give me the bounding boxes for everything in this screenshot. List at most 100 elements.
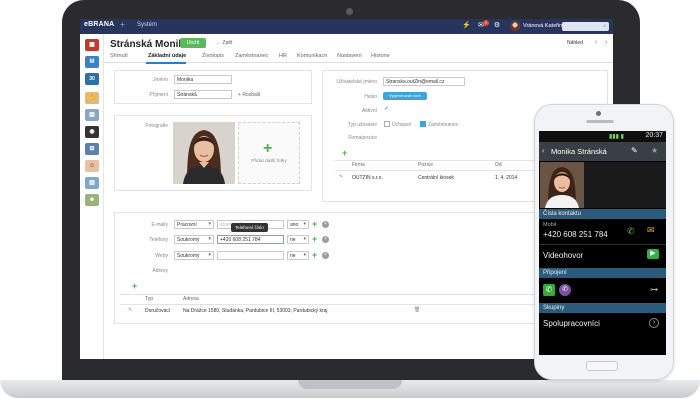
video-call-icon[interactable]: ▶ bbox=[647, 249, 659, 259]
lightning-icon[interactable]: ⚡ bbox=[462, 22, 471, 30]
profile-photo[interactable] bbox=[173, 122, 235, 184]
remove-email-icon[interactable]: × bbox=[322, 221, 329, 228]
add-web-icon[interactable]: + bbox=[312, 251, 317, 260]
expand-label: Rozbalit bbox=[242, 92, 261, 98]
link-icon[interactable]: ⊶ bbox=[650, 285, 658, 294]
video-call-label[interactable]: Videohovor bbox=[543, 251, 583, 260]
group-name[interactable]: Spolupracovníci bbox=[543, 319, 600, 328]
remove-web-icon[interactable]: × bbox=[322, 252, 329, 259]
search-input[interactable]: ⌕ bbox=[562, 22, 609, 31]
phone-action-bar: ‹ Monika Stránská ✎ ★ bbox=[539, 142, 666, 161]
web-primary-select[interactable]: ne bbox=[287, 251, 309, 260]
phone-app-icon[interactable]: ✆ bbox=[543, 284, 555, 296]
user-avatar[interactable] bbox=[510, 21, 520, 31]
password-label: Heslo bbox=[364, 94, 377, 100]
handshake-icon[interactable]: ✋ bbox=[85, 92, 99, 104]
add-email-icon[interactable]: + bbox=[312, 220, 317, 229]
mask-icon[interactable]: ◉ bbox=[85, 126, 99, 138]
company-label: Firma/pozice bbox=[348, 135, 377, 141]
team-icon[interactable]: ☻ bbox=[85, 194, 99, 206]
id-card-icon[interactable]: ▤ bbox=[85, 109, 99, 121]
laptop-camera bbox=[346, 8, 353, 15]
save-button[interactable]: Uložit bbox=[180, 38, 206, 48]
viber-icon[interactable]: ✆ bbox=[559, 284, 571, 296]
system-menu[interactable]: Systém bbox=[137, 22, 157, 28]
remove-phone-icon[interactable]: × bbox=[322, 236, 329, 243]
web-input[interactable] bbox=[217, 251, 284, 260]
preview-button[interactable]: Náhled bbox=[567, 40, 583, 46]
tab-settings[interactable]: Nastavení bbox=[337, 53, 362, 59]
contact-name: Monika Stránská bbox=[551, 147, 607, 156]
email-type-select[interactable]: Pracovní bbox=[174, 220, 214, 229]
call-icon[interactable]: ✆ bbox=[627, 226, 635, 237]
phone-status-bar: ▮▮▮ ▮ 20:37 bbox=[539, 131, 666, 142]
first-name-input[interactable]: Monika bbox=[174, 75, 232, 84]
edit-pencil-icon[interactable]: ✎ bbox=[339, 174, 343, 180]
tab-communication[interactable]: Komunikace bbox=[297, 53, 327, 59]
tab-employee[interactable]: Zaměstnanec bbox=[235, 53, 268, 59]
calendar-icon[interactable]: ▦ bbox=[85, 39, 99, 51]
settings-icon[interactable]: ⚙ bbox=[493, 22, 501, 30]
app-logo[interactable]: eBRANA bbox=[84, 21, 114, 28]
phone-camera bbox=[596, 111, 601, 116]
username-label: Uživatelské jméno bbox=[336, 79, 377, 85]
address-col-address: Adresa bbox=[183, 296, 199, 302]
chevron-right-icon[interactable]: › bbox=[649, 318, 659, 328]
web-type-select[interactable]: Soukromý bbox=[174, 251, 214, 260]
back-chevron-icon[interactable]: ‹ bbox=[542, 146, 545, 155]
star-icon[interactable]: ★ bbox=[651, 146, 658, 155]
phone-type-select[interactable]: Soukromý bbox=[174, 235, 214, 244]
contacts-section-header: Čísla kontaktu bbox=[539, 209, 666, 219]
delete-address-icon[interactable]: 🗑 bbox=[414, 307, 420, 313]
add-icon[interactable]: + bbox=[120, 20, 125, 29]
user-name[interactable]: Vránová Kateřina bbox=[523, 23, 565, 29]
employee-checkbox[interactable] bbox=[420, 121, 426, 127]
last-name-label: Příjmení bbox=[149, 92, 168, 98]
phone-primary-select[interactable]: ne bbox=[287, 235, 309, 244]
tab-summary[interactable]: Shrnutí bbox=[110, 53, 128, 59]
phone-clock: 20:37 bbox=[645, 132, 663, 139]
tab-basic-info[interactable]: Základní údaje bbox=[148, 53, 186, 59]
notification-badge: 1 bbox=[483, 20, 489, 26]
active-check-icon[interactable]: ✓ bbox=[384, 105, 389, 112]
tab-history[interactable]: Historie bbox=[371, 53, 390, 59]
sms-icon[interactable]: ✉ bbox=[647, 225, 655, 236]
candidate-checkbox[interactable] bbox=[384, 121, 390, 127]
person-icon[interactable]: ☺ bbox=[85, 160, 99, 172]
phone-label: Telefony bbox=[149, 237, 168, 243]
last-name-input[interactable]: Stránská bbox=[174, 90, 232, 99]
add-phone-icon[interactable]: + bbox=[312, 235, 317, 244]
next-record-icon[interactable]: › bbox=[605, 39, 607, 46]
phone-input[interactable]: +420 608 251 784 bbox=[217, 235, 284, 244]
signal-icon: ▮▮▮ ▮ bbox=[609, 134, 624, 140]
expand-link[interactable]: + Rozbalit bbox=[238, 92, 260, 98]
address-cell-value: Na Drážce 1580, Studánka, Pardubice III,… bbox=[183, 308, 328, 314]
address-edit-icon[interactable]: ✎ bbox=[128, 307, 132, 313]
connections-section-header: Připojení bbox=[539, 268, 666, 278]
add-photo-label: Přidat další fotky bbox=[251, 159, 287, 164]
back-button[interactable]: ← Zpět bbox=[216, 40, 232, 46]
left-nav: ▦ M 30 ✋ ▤ ◉ ⊞ ☺ ▥ ☻ bbox=[80, 34, 104, 359]
username-input[interactable]: Stranska.outZin@email.cz bbox=[383, 77, 465, 86]
gmail-icon[interactable]: M bbox=[85, 56, 99, 68]
prev-record-icon[interactable]: ‹ bbox=[595, 39, 597, 46]
address-col-type: Typ bbox=[145, 296, 154, 302]
add-address-icon[interactable]: + bbox=[132, 282, 137, 291]
web-label: Weby bbox=[155, 253, 168, 259]
edit-pencil-icon[interactable]: ✎ bbox=[631, 146, 638, 155]
add-company-icon[interactable]: + bbox=[342, 149, 347, 158]
org-chart-icon[interactable]: ⊞ bbox=[85, 143, 99, 155]
chart-icon[interactable]: ▥ bbox=[85, 177, 99, 189]
address-label: Adresy bbox=[152, 268, 168, 274]
phone-home-button[interactable] bbox=[586, 361, 618, 371]
phone-speaker bbox=[586, 120, 614, 123]
company-col-from: Od bbox=[495, 162, 502, 168]
tab-hr[interactable]: HR bbox=[279, 53, 287, 59]
mobile-number[interactable]: +420 608 251 784 bbox=[543, 230, 608, 239]
mobile-label: Mobil bbox=[543, 222, 557, 228]
module-30-icon[interactable]: 30 bbox=[85, 73, 99, 85]
tab-cv[interactable]: Životopis bbox=[202, 53, 224, 59]
address-cell-type: Doručovací bbox=[145, 308, 171, 314]
generate-password-button[interactable]: Vygenerovat nové bbox=[383, 92, 427, 100]
email-primary-select[interactable]: ano bbox=[287, 220, 309, 229]
